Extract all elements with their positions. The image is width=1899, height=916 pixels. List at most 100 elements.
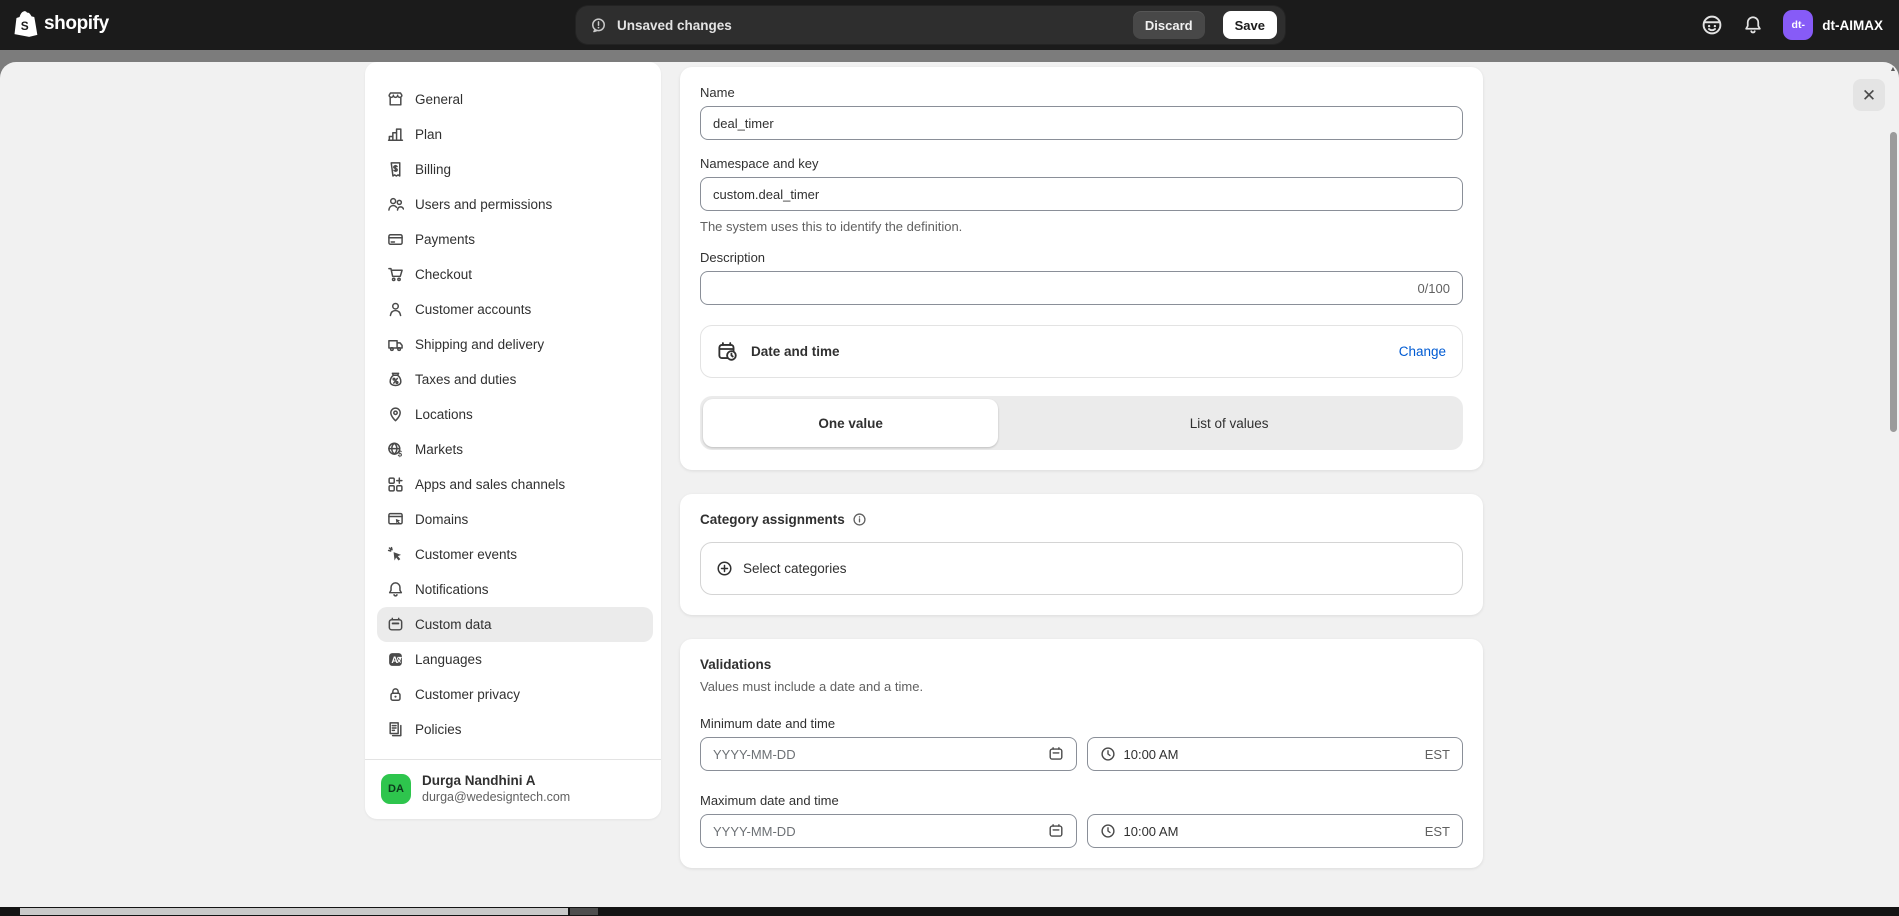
definition-card: Name Namespace and key The system uses t… <box>680 67 1483 470</box>
sidebar-item-label: Markets <box>415 442 463 457</box>
min-time-field-box[interactable]: 10:00 AM EST <box>1087 737 1464 771</box>
name-input[interactable] <box>713 116 1450 131</box>
taxes-icon <box>387 371 404 388</box>
store-icon <box>387 91 404 108</box>
location-pin-icon <box>387 406 404 423</box>
assistant-icon[interactable] <box>1701 14 1723 36</box>
sidebar-item-general[interactable]: General <box>377 82 653 117</box>
horizontal-scrollbar-thumb[interactable] <box>20 908 568 915</box>
plus-circle-icon <box>716 560 733 577</box>
shopify-bag-icon: S <box>14 11 38 37</box>
max-time-field-box[interactable]: 10:00 AM EST <box>1087 814 1464 848</box>
close-icon[interactable]: ✕ <box>1853 79 1885 111</box>
sidebar-user-section[interactable]: DA Durga Nandhini A durga@wedesigntech.c… <box>365 759 661 819</box>
cardinality-toggle: One value List of values <box>700 396 1463 450</box>
person-icon <box>387 301 404 318</box>
category-assignments-card: Category assignments Select categories <box>680 494 1483 615</box>
content-type-row: Date and time Change <box>700 325 1463 378</box>
sidebar-item-label: Customer events <box>415 547 517 562</box>
apps-icon <box>387 476 404 493</box>
namespace-input[interactable] <box>713 187 1450 202</box>
validations-card: Validations Values must include a date a… <box>680 639 1483 868</box>
sidebar-item-payments[interactable]: Payments <box>377 222 653 257</box>
policies-icon <box>387 721 404 738</box>
sidebar-item-custom-data[interactable]: Custom data <box>377 607 653 642</box>
notifications-bell-icon[interactable] <box>1743 15 1763 35</box>
shopify-settings-screen: S shopify Unsaved changes Discard Save d… <box>0 0 1899 916</box>
clock-icon <box>1100 823 1116 839</box>
list-of-values-segment[interactable]: List of values <box>998 399 1460 447</box>
sidebar-item-label: Apps and sales channels <box>415 477 565 492</box>
unsaved-changes-banner: Unsaved changes Discard Save <box>576 6 1285 44</box>
horizontal-scrollbar-thumb-end <box>570 908 598 915</box>
store-menu[interactable]: dt- dt-AIMAX <box>1783 10 1883 40</box>
sidebar-item-billing[interactable]: Billing <box>377 152 653 187</box>
sidebar-item-customer-privacy[interactable]: Customer privacy <box>377 677 653 712</box>
definition-form: Name Namespace and key The system uses t… <box>680 67 1483 868</box>
sidebar-item-label: Billing <box>415 162 451 177</box>
sidebar-item-locations[interactable]: Locations <box>377 397 653 432</box>
sidebar-item-policies[interactable]: Policies <box>377 712 653 747</box>
sidebar-item-label: Custom data <box>415 617 492 632</box>
min-date-input[interactable] <box>713 747 1040 762</box>
validations-title: Validations <box>700 657 1463 672</box>
sidebar-item-label: Shipping and delivery <box>415 337 544 352</box>
sidebar-item-label: Users and permissions <box>415 197 552 212</box>
one-value-segment[interactable]: One value <box>703 399 998 447</box>
namespace-label: Namespace and key <box>700 156 1463 171</box>
info-icon[interactable] <box>852 512 867 527</box>
min-datetime-label: Minimum date and time <box>700 716 1463 731</box>
sidebar-item-label: Languages <box>415 652 482 667</box>
save-button[interactable]: Save <box>1223 11 1277 39</box>
sidebar-item-customer-accounts[interactable]: Customer accounts <box>377 292 653 327</box>
namespace-field-box <box>700 177 1463 211</box>
select-categories-button[interactable]: Select categories <box>700 542 1463 595</box>
description-input[interactable] <box>713 281 1409 296</box>
cursor-icon <box>387 546 404 563</box>
alert-icon <box>590 17 607 34</box>
max-time-value: 10:00 AM <box>1124 824 1179 839</box>
description-field-box: 0/100 <box>700 271 1463 305</box>
category-assignments-title: Category assignments <box>700 512 845 527</box>
settings-modal: ✕ General Plan Billing Users and permiss… <box>0 62 1899 908</box>
billing-icon <box>387 161 404 178</box>
sidebar-item-taxes-and-duties[interactable]: Taxes and duties <box>377 362 653 397</box>
sidebar-item-languages[interactable]: A Languages <box>377 642 653 677</box>
user-name: Durga Nandhini A <box>422 773 570 788</box>
horizontal-scrollbar-track[interactable] <box>0 907 1899 916</box>
store-avatar: dt- <box>1783 10 1813 40</box>
max-date-input[interactable] <box>713 824 1040 839</box>
sidebar-item-users-and-permissions[interactable]: Users and permissions <box>377 187 653 222</box>
sidebar-item-notifications[interactable]: Notifications <box>377 572 653 607</box>
clock-icon <box>1100 746 1116 762</box>
name-field-box <box>700 106 1463 140</box>
shopify-logo[interactable]: S shopify <box>14 11 109 37</box>
truck-icon <box>387 336 404 353</box>
sidebar-item-plan[interactable]: Plan <box>377 117 653 152</box>
sidebar-item-label: General <box>415 92 463 107</box>
sidebar-item-shipping-and-delivery[interactable]: Shipping and delivery <box>377 327 653 362</box>
vertical-scrollbar[interactable] <box>1890 132 1897 432</box>
svg-text:S: S <box>21 19 29 33</box>
settings-nav: General Plan Billing Users and permissio… <box>377 82 653 747</box>
sidebar-item-apps-and-sales-channels[interactable]: Apps and sales channels <box>377 467 653 502</box>
sidebar-item-customer-events[interactable]: Customer events <box>377 537 653 572</box>
svg-text:A: A <box>391 655 398 665</box>
sidebar-item-label: Payments <box>415 232 475 247</box>
calendar-icon[interactable] <box>1048 746 1064 762</box>
content-type-label: Date and time <box>751 344 840 359</box>
sidebar-item-domains[interactable]: Domains <box>377 502 653 537</box>
sidebar-item-markets[interactable]: $ Markets <box>377 432 653 467</box>
calendar-icon[interactable] <box>1048 823 1064 839</box>
max-timezone: EST <box>1425 824 1450 839</box>
discard-button[interactable]: Discard <box>1133 11 1205 39</box>
user-email: durga@wedesigntech.com <box>422 790 570 804</box>
top-bar: S shopify Unsaved changes Discard Save d… <box>0 0 1899 50</box>
domains-icon <box>387 511 404 528</box>
namespace-helper-text: The system uses this to identify the def… <box>700 219 1463 234</box>
change-type-link[interactable]: Change <box>1399 344 1446 359</box>
sidebar-item-checkout[interactable]: Checkout <box>377 257 653 292</box>
description-label: Description <box>700 250 1463 265</box>
topbar-right-cluster: dt- dt-AIMAX <box>1701 0 1883 50</box>
scrollbar-up-arrow[interactable]: ▲ <box>1888 66 1898 73</box>
